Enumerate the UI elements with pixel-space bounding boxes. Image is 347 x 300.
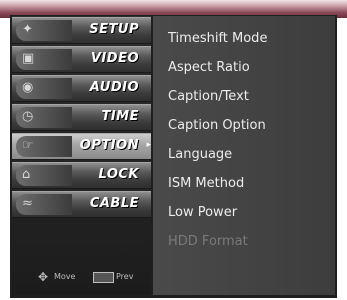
menu-key-icon — [93, 272, 114, 283]
prev-hint: Prev — [116, 272, 134, 281]
menu-item-setup[interactable]: ✦ SETUP — [12, 17, 151, 44]
menu-item-label: LOCK — [98, 167, 139, 182]
menu-item-audio[interactable]: ◉ AUDIO — [12, 75, 151, 102]
menu-item-time[interactable]: ◷ TIME — [12, 104, 151, 131]
menu-item-label: SETUP — [89, 22, 139, 37]
video-icon: ▣ — [16, 49, 72, 70]
menu-item-label: AUDIO — [89, 80, 139, 95]
move-hint: Move — [54, 272, 76, 281]
chevron-right-icon: ▸ — [146, 140, 151, 150]
lock-icon: ⌂ — [16, 165, 72, 186]
option-caption-option[interactable]: Caption Option — [168, 118, 266, 133]
menu-item-cable[interactable]: ≈ CABLE — [12, 191, 151, 218]
audio-icon: ◉ — [16, 78, 72, 99]
time-icon: ◷ — [16, 107, 72, 128]
menu-item-lock[interactable]: ⌂ LOCK — [12, 162, 151, 189]
setup-icon: ✦ — [16, 20, 72, 41]
option-caption-text[interactable]: Caption/Text — [168, 89, 249, 104]
menu-item-video[interactable]: ▣ VIDEO — [12, 46, 151, 73]
menu-item-label: TIME — [101, 109, 139, 124]
option-timeshift-mode[interactable]: Timeshift Mode — [168, 31, 267, 46]
menu-item-label: VIDEO — [90, 51, 139, 66]
option-hdd-format: HDD Format — [168, 234, 248, 249]
menu-footer: ✥ Move Prev — [12, 266, 151, 292]
option-language[interactable]: Language — [168, 147, 232, 162]
option-aspect-ratio[interactable]: Aspect Ratio — [168, 60, 250, 75]
cable-icon: ≈ — [16, 194, 72, 215]
option-low-power[interactable]: Low Power — [168, 205, 237, 220]
menu-item-label: CABLE — [89, 196, 139, 211]
option-ism-method[interactable]: ISM Method — [168, 176, 244, 191]
menu-item-label: OPTION — [79, 138, 139, 153]
option-icon: ☞ — [16, 136, 72, 157]
navigation-arrows-icon: ✥ — [38, 270, 49, 284]
menu-item-option[interactable]: ☞ OPTION ▸ — [12, 133, 151, 160]
